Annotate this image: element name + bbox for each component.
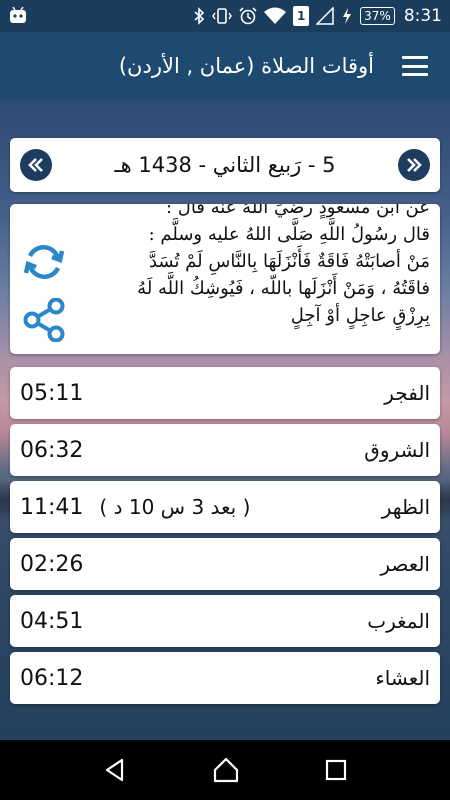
prayer-time: 04:51 (20, 608, 84, 634)
double-chevron-left-icon (28, 158, 43, 172)
bluetooth-icon (194, 7, 205, 25)
home-icon[interactable] (212, 756, 240, 784)
android-notification-icon (10, 7, 26, 23)
prayer-name: المغرب (367, 609, 430, 633)
hadith-line: مَنْ أصابَتْهُ فَاقَةٌ فَأَنْزَلَهَا بِا… (148, 251, 430, 272)
share-icon[interactable] (22, 298, 66, 342)
prayer-time: 05:11 (20, 380, 84, 406)
refresh-icon[interactable] (22, 240, 66, 284)
next-prayer-countdown: ( بعد 3 س 10 د ) (99, 495, 251, 519)
prayer-row-fajr[interactable]: 05:11 الفجر (10, 367, 440, 419)
system-nav-bar (0, 740, 450, 800)
recents-icon[interactable] (324, 758, 348, 782)
signal-icon (316, 7, 334, 25)
prayer-name: العصر (380, 552, 430, 576)
page-title: أوقات الصلاة (عمان , الأردن) (118, 54, 374, 78)
alarm-icon (239, 7, 257, 25)
hadith-line: قال رسُولُ اللَّهِ صَلَّى اللهُ عليه وسل… (148, 224, 430, 245)
prayer-time: 11:41 (20, 494, 84, 520)
prayer-time: 06:32 (20, 437, 84, 463)
prayer-name: الفجر (384, 381, 430, 405)
prev-date-button[interactable] (20, 149, 52, 181)
prayer-row-dhuhr[interactable]: 11:41 ( بعد 3 س 10 د ) الظهر (10, 481, 440, 533)
app-bar: أوقات الصلاة (عمان , الأردن) (0, 32, 450, 100)
date-card: 5 - رَبيع الثاني - 1438 هـ (10, 138, 440, 192)
hadith-line: بِرِزْقٍ عاجِلٍ أوْ آجِلٍ (290, 305, 430, 326)
wifi-icon (264, 7, 287, 24)
hadith-card[interactable]: عن ابن مسعودٍ رضيَ اللهُ عنه قال : قال ر… (10, 204, 440, 354)
content-area: 5 - رَبيع الثاني - 1438 هـ عن ابن مسعودٍ… (0, 100, 450, 740)
prayer-row-sunrise[interactable]: 06:32 الشروق (10, 424, 440, 476)
hadith-line: فاقَتُهُ ، وَمَنْ أَنْزَلَها باللّه ، فَ… (137, 278, 430, 299)
battery-indicator: 37% (360, 7, 395, 25)
menu-icon[interactable] (402, 56, 428, 76)
hadith-text: عن ابن مسعودٍ رضيَ اللهُ عنه قال : قال ر… (78, 204, 430, 329)
back-icon[interactable] (102, 757, 128, 783)
charging-icon (343, 8, 352, 24)
hijri-date: 5 - رَبيع الثاني - 1438 هـ (114, 153, 336, 177)
prayer-row-asr[interactable]: 02:26 العصر (10, 538, 440, 590)
prayer-name: الظهر (381, 495, 430, 519)
sim-badge: 1 (293, 6, 310, 26)
double-chevron-right-icon (407, 158, 422, 172)
hadith-line: عن ابن مسعودٍ رضيَ اللهُ عنه قال : (165, 204, 430, 218)
prayer-row-isha[interactable]: 06:12 العشاء (10, 652, 440, 704)
next-date-button[interactable] (398, 149, 430, 181)
status-bar: 1 37% 8:31 (0, 0, 450, 32)
status-clock: 8:31 (403, 6, 442, 26)
prayer-name: الشروق (364, 438, 430, 462)
prayer-row-maghrib[interactable]: 04:51 المغرب (10, 595, 440, 647)
prayer-name: العشاء (375, 666, 430, 690)
vibrate-icon (212, 8, 232, 24)
prayer-time: 02:26 (20, 551, 84, 577)
prayer-time: 06:12 (20, 665, 84, 691)
